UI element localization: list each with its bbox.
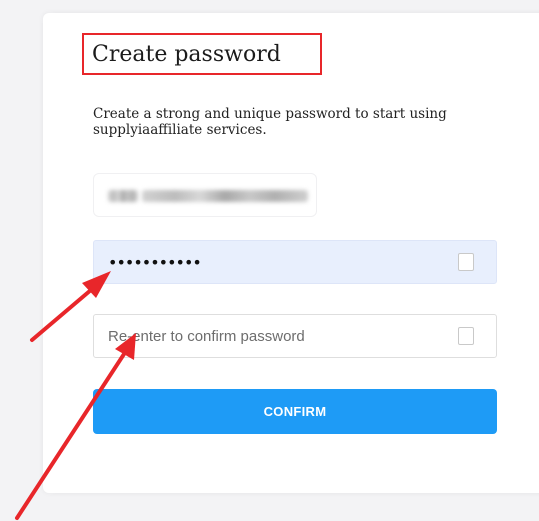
redacted-email-part xyxy=(142,190,308,202)
confirm-button[interactable]: CONFIRM xyxy=(93,389,497,434)
password-value: ••••••••••• xyxy=(108,253,202,272)
password-visibility-toggle-icon[interactable] xyxy=(458,253,474,271)
page-description: Create a strong and unique password to s… xyxy=(93,106,447,138)
confirm-password-input[interactable] xyxy=(94,315,448,357)
redacted-email-part xyxy=(108,190,138,202)
page-title: Create password xyxy=(92,42,281,67)
password-field[interactable]: ••••••••••• xyxy=(93,240,497,284)
confirm-password-field[interactable] xyxy=(93,314,497,358)
email-field[interactable] xyxy=(93,173,317,217)
confirm-visibility-toggle-icon[interactable] xyxy=(458,327,474,345)
